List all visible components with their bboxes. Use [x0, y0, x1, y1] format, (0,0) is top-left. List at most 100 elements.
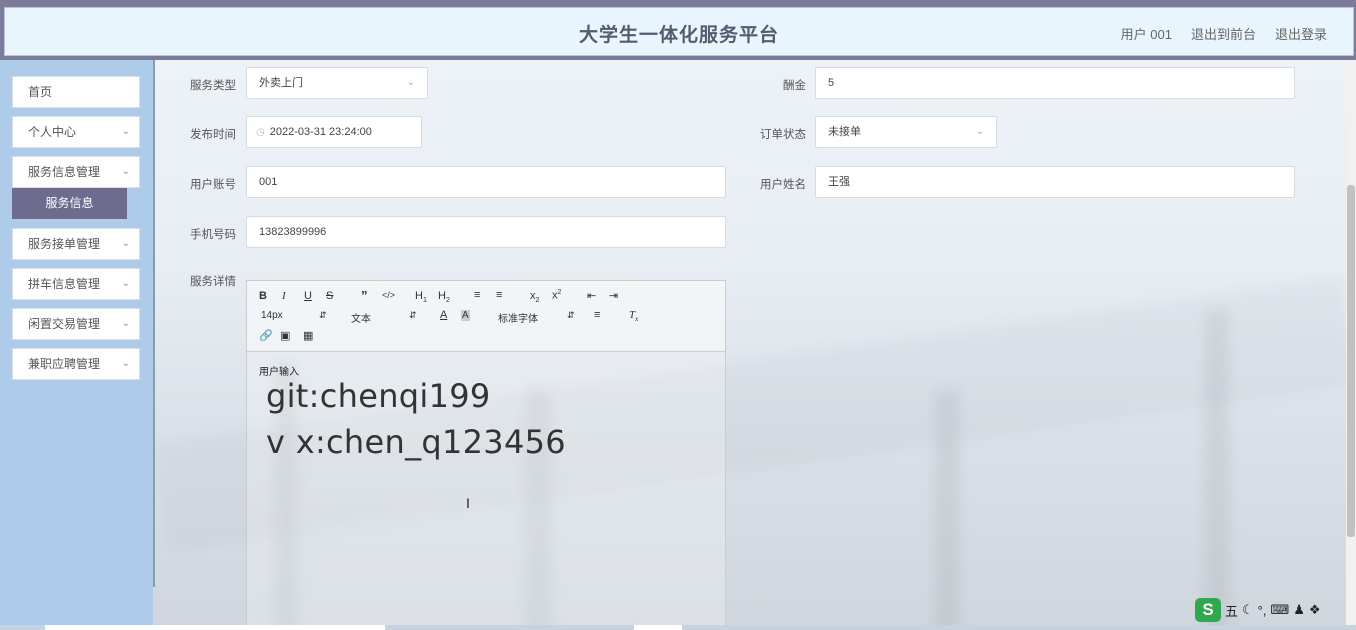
- order-status-value: 未接单: [828, 126, 861, 138]
- moon-icon[interactable]: ☾: [1242, 602, 1254, 618]
- sidebar-item-service-orders[interactable]: 服务接单管理 ⌄: [12, 228, 140, 260]
- sidebar-item-label: 个人中心: [28, 125, 77, 139]
- blockquote-icon[interactable]: ”: [361, 288, 368, 303]
- phone-input[interactable]: 13823899996: [246, 216, 726, 248]
- horizontal-scrollbar[interactable]: [0, 625, 1356, 630]
- details-label: 服务详情: [190, 276, 236, 288]
- updown-icon: ⇵: [567, 310, 575, 320]
- chevron-down-icon: ⌄: [121, 166, 130, 177]
- service-type-select[interactable]: 外卖上门 ⌄: [246, 67, 428, 99]
- font-size-value: 14px: [261, 310, 283, 321]
- font-size-select[interactable]: 14px: [261, 310, 283, 321]
- sidebar-item-personal-center[interactable]: 个人中心 ⌄: [12, 116, 140, 148]
- ime-logo-icon[interactable]: S: [1195, 598, 1221, 622]
- heading-1-icon[interactable]: H1: [415, 290, 427, 304]
- logout-link[interactable]: 退出登录: [1275, 24, 1327, 43]
- superscript-icon[interactable]: x2: [552, 289, 561, 302]
- outdent-icon[interactable]: ⇤: [587, 289, 596, 302]
- editor-line: git:chenqi199: [266, 377, 491, 415]
- sidebar-item-secondhand[interactable]: 闲置交易管理 ⌄: [12, 308, 140, 340]
- user-name-link[interactable]: 用户 001: [1121, 24, 1172, 43]
- clock-icon: ◷: [256, 127, 265, 138]
- service-type-value: 外卖上门: [259, 77, 303, 89]
- chevron-down-icon: ⌄: [121, 358, 130, 369]
- ime-mode[interactable]: 五: [1225, 601, 1238, 620]
- subscript-icon[interactable]: x2: [530, 290, 539, 304]
- sidebar: 首页 个人中心 ⌄ 服务信息管理 ⌄ 服务信息 服务接单管理 ⌄ 拼车信息管理 …: [0, 60, 153, 630]
- editor-line: v x:chen_q123456: [266, 423, 566, 461]
- user-account-label: 用户账号: [190, 179, 236, 191]
- scrollbar-thumb[interactable]: [1347, 185, 1355, 537]
- chevron-down-icon: ⌄: [121, 238, 130, 249]
- sidebar-item-label: 兼职应聘管理: [28, 357, 101, 371]
- sidebar-item-label: 首页: [28, 85, 53, 99]
- sidebar-item-home[interactable]: 首页: [12, 76, 140, 108]
- sidebar-item-label: 服务接单管理: [28, 237, 101, 251]
- sidebar-item-label: 闲置交易管理: [28, 317, 101, 331]
- ordered-list-icon[interactable]: ≡: [474, 289, 480, 301]
- bold-icon[interactable]: B: [259, 290, 267, 302]
- updown-icon: ⇵: [409, 310, 417, 320]
- underline-icon[interactable]: U: [304, 290, 312, 302]
- bullet-list-icon[interactable]: ≡: [496, 289, 502, 301]
- background-color-icon[interactable]: A: [461, 310, 470, 321]
- indent-icon[interactable]: ⇥: [609, 289, 618, 302]
- reward-label: 酬金: [783, 80, 806, 92]
- editor-hint-text: 用户输入: [259, 367, 299, 378]
- sidebar-subitem-service-info[interactable]: 服务信息: [12, 188, 127, 219]
- reward-value: 5: [828, 77, 835, 89]
- video-icon[interactable]: ▦: [303, 329, 313, 342]
- align-icon[interactable]: ≡: [594, 309, 600, 321]
- main-left-border: [153, 60, 155, 587]
- heading-2-icon[interactable]: H2: [438, 290, 450, 304]
- order-status-select[interactable]: 未接单 ⌄: [815, 116, 997, 148]
- clear-format-icon[interactable]: Tx: [629, 309, 638, 323]
- vertical-scrollbar[interactable]: [1346, 60, 1356, 630]
- text-cursor-icon: I: [466, 495, 470, 511]
- sidebar-item-service-info[interactable]: 服务信息管理 ⌄: [12, 156, 140, 188]
- phone-label: 手机号码: [190, 229, 236, 241]
- scrollbar-segment: [45, 625, 385, 630]
- service-type-label: 服务类型: [190, 80, 236, 92]
- link-icon[interactable]: 🔗: [259, 329, 273, 342]
- paragraph-value: 文本: [351, 314, 371, 325]
- publish-time-picker[interactable]: ◷ 2022-03-31 23:24:00: [246, 116, 422, 148]
- code-block-icon[interactable]: </>: [382, 290, 395, 300]
- punctuation-icon[interactable]: °,: [1258, 603, 1267, 618]
- sidebar-item-label: 拼车信息管理: [28, 277, 101, 291]
- reward-input[interactable]: 5: [815, 67, 1295, 99]
- ime-toolbar: S 五 ☾ °, ⌨ ♟ ❖: [1195, 597, 1356, 623]
- editor-toolbar: B I U S ” </> H1 H2 ≡ ≡ x2 x2 ⇤ ⇥ 14px ⇵…: [247, 281, 725, 352]
- user-name-input[interactable]: 王强: [815, 166, 1295, 198]
- scrollbar-segment: [634, 625, 682, 630]
- phone-value: 13823899996: [259, 226, 327, 238]
- keyboard-icon[interactable]: ⌨: [1270, 602, 1289, 618]
- image-icon[interactable]: ▣: [280, 329, 290, 342]
- user-account-input[interactable]: 001: [246, 166, 726, 198]
- chevron-down-icon: ⌄: [121, 278, 130, 289]
- italic-icon[interactable]: I: [282, 290, 286, 302]
- paragraph-select[interactable]: 文本: [351, 310, 371, 325]
- publish-time-label: 发布时间: [190, 129, 236, 141]
- font-family-value: 标准字体: [498, 314, 538, 325]
- top-links: 用户 001 退出到前台 退出登录: [1121, 24, 1327, 43]
- grid-icon[interactable]: ❖: [1309, 602, 1321, 618]
- top-bar-inner: 大学生一体化服务平台 用户 001 退出到前台 退出登录: [4, 7, 1354, 56]
- publish-time-value: 2022-03-31 23:24:00: [269, 126, 372, 138]
- order-status-label: 订单状态: [760, 129, 806, 141]
- chevron-down-icon: ⌄: [121, 318, 130, 329]
- sidebar-item-carpool[interactable]: 拼车信息管理 ⌄: [12, 268, 140, 300]
- font-family-select[interactable]: 标准字体: [498, 310, 538, 325]
- rich-text-editor: B I U S ” </> H1 H2 ≡ ≡ x2 x2 ⇤ ⇥ 14px ⇵…: [246, 280, 726, 630]
- updown-icon: ⇵: [319, 310, 327, 320]
- user-icon[interactable]: ♟: [1293, 602, 1305, 618]
- sidebar-item-label: 服务信息管理: [28, 165, 101, 179]
- user-name-label: 用户姓名: [760, 179, 806, 191]
- font-color-icon[interactable]: A: [440, 309, 447, 321]
- back-to-front-link[interactable]: 退出到前台: [1191, 24, 1256, 43]
- top-bar: 大学生一体化服务平台 用户 001 退出到前台 退出登录: [0, 0, 1356, 60]
- chevron-down-icon: ⌄: [975, 126, 984, 137]
- strikethrough-icon[interactable]: S: [326, 290, 333, 302]
- chevron-down-icon: ⌄: [406, 77, 415, 88]
- sidebar-item-parttime[interactable]: 兼职应聘管理 ⌄: [12, 348, 140, 380]
